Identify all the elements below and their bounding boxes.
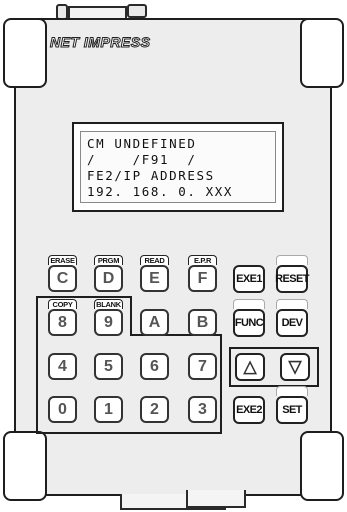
- down-arrow-button[interactable]: ▽: [280, 353, 310, 381]
- brand-logo: NET IMPRESS: [50, 34, 151, 51]
- key-c[interactable]: C: [48, 265, 77, 292]
- exe1-button[interactable]: EXE1: [233, 265, 265, 293]
- copy-label: COPY: [48, 299, 77, 309]
- blank-label: BLANK: [94, 299, 123, 309]
- lcd-display: CM UNDEFINED / /F91 / FE2/IP ADDRESS 192…: [80, 131, 276, 203]
- key-0[interactable]: 0: [48, 396, 77, 423]
- lcd-line-1: CM UNDEFINED: [87, 136, 197, 151]
- corner-bumper-top-left: [3, 18, 47, 88]
- key-a[interactable]: A: [140, 309, 169, 336]
- corner-bumper-bottom-left: [3, 431, 47, 501]
- key-e[interactable]: E: [140, 265, 169, 292]
- top-right-connector: [127, 4, 147, 18]
- key-2[interactable]: 2: [140, 396, 169, 423]
- prgm-label: PRGM: [94, 255, 123, 265]
- key-8[interactable]: 8: [48, 309, 77, 336]
- up-arrow-icon: △: [243, 357, 257, 376]
- key-f[interactable]: F: [188, 265, 217, 292]
- func-button[interactable]: FUNC: [233, 309, 265, 337]
- erase-label: ERASE: [48, 255, 77, 265]
- key-7[interactable]: 7: [188, 353, 217, 380]
- key-1[interactable]: 1: [94, 396, 123, 423]
- up-arrow-button[interactable]: △: [235, 353, 265, 381]
- exe2-button[interactable]: EXE2: [233, 396, 265, 424]
- key-3[interactable]: 3: [188, 396, 217, 423]
- reset-tab: [276, 255, 308, 265]
- key-6[interactable]: 6: [140, 353, 169, 380]
- key-b[interactable]: B: [188, 309, 217, 336]
- set-tab: [276, 386, 308, 396]
- lcd-line-3: FE2/IP ADDRESS: [87, 168, 215, 183]
- epr-label: E.P.R: [188, 255, 217, 265]
- func-tab: [233, 299, 265, 309]
- down-arrow-icon: ▽: [288, 357, 302, 376]
- dev-tab: [276, 299, 308, 309]
- corner-bumper-bottom-right: [300, 431, 344, 501]
- reset-button[interactable]: RESET: [275, 265, 309, 293]
- lcd-line-2: / /F91 /: [87, 152, 197, 167]
- set-button[interactable]: SET: [276, 396, 308, 424]
- key-4[interactable]: 4: [48, 353, 77, 380]
- key-5[interactable]: 5: [94, 353, 123, 380]
- read-label: READ: [140, 255, 169, 265]
- dev-button[interactable]: DEV: [276, 309, 308, 337]
- key-9[interactable]: 9: [94, 309, 123, 336]
- bottom-connector-right: [186, 490, 246, 508]
- lcd-line-4: 192. 168. 0. XXX: [87, 184, 234, 199]
- key-d[interactable]: D: [94, 265, 123, 292]
- corner-bumper-top-right: [300, 18, 344, 88]
